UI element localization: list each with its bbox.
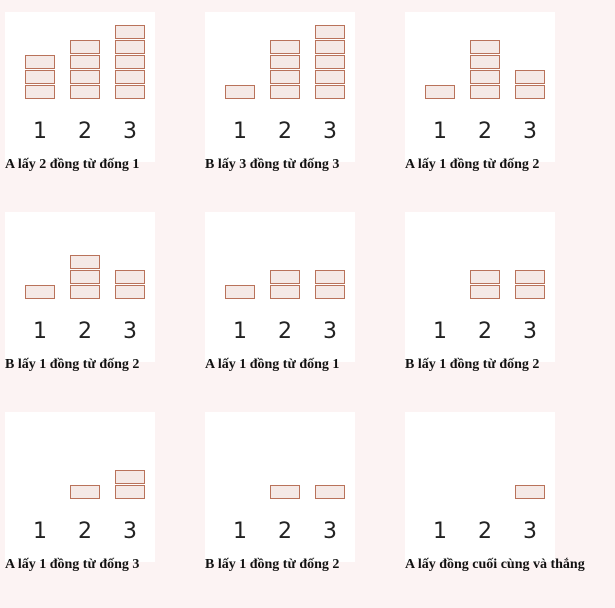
coin-2 <box>70 40 100 54</box>
coin-1 <box>25 85 55 99</box>
coin-1 <box>225 285 255 299</box>
step-panel: 1 2 3 A lấy đồng cuối cùng và thắng <box>405 412 605 608</box>
pile-label-1: 1 <box>233 519 247 544</box>
coin-2 <box>70 285 100 299</box>
coin-2 <box>70 255 100 269</box>
coin-3 <box>515 270 545 284</box>
pile-label-2: 2 <box>278 519 292 544</box>
coin-3 <box>115 270 145 284</box>
coin-3 <box>115 55 145 69</box>
coin-3 <box>115 485 145 499</box>
coin-2 <box>470 85 500 99</box>
coin-1 <box>25 285 55 299</box>
coin-3 <box>515 70 545 84</box>
coin-3 <box>115 40 145 54</box>
coin-3 <box>315 40 345 54</box>
coin-2 <box>270 270 300 284</box>
coin-2 <box>70 85 100 99</box>
step-panel: 1 2 3 A lấy 1 đồng từ đống 1 <box>205 212 405 408</box>
coin-3 <box>315 85 345 99</box>
step-panel: 1 2 3 A lấy 1 đồng từ đống 2 <box>405 12 605 208</box>
step-panel: 1 2 3 A lấy 2 đồng từ đống 1 <box>5 12 205 208</box>
step-caption: A lấy đồng cuối cùng và thắng <box>405 557 585 572</box>
coin-3 <box>115 470 145 484</box>
pile-label-1: 1 <box>233 119 247 144</box>
pile-label-2: 2 <box>78 319 92 344</box>
coin-3 <box>315 70 345 84</box>
pile-label-2: 2 <box>278 119 292 144</box>
coin-1 <box>25 55 55 69</box>
step-caption: B lấy 1 đồng từ đống 2 <box>205 557 340 572</box>
pile-label-3: 3 <box>523 519 537 544</box>
pile-label-2: 2 <box>478 519 492 544</box>
pile-label-3: 3 <box>323 319 337 344</box>
pile-label-3: 3 <box>523 119 537 144</box>
coin-1 <box>425 85 455 99</box>
step-panel: 1 2 3 B lấy 1 đồng từ đống 2 <box>405 212 605 408</box>
coin-3 <box>315 285 345 299</box>
coin-3 <box>115 25 145 39</box>
pile-label-1: 1 <box>433 519 447 544</box>
step-caption: B lấy 1 đồng từ đống 2 <box>405 357 540 372</box>
coin-2 <box>270 55 300 69</box>
pile-label-2: 2 <box>78 519 92 544</box>
step-caption: A lấy 1 đồng từ đống 1 <box>205 357 340 372</box>
coin-3 <box>115 285 145 299</box>
pile-label-1: 1 <box>433 119 447 144</box>
pile-label-3: 3 <box>323 519 337 544</box>
pile-label-1: 1 <box>33 319 47 344</box>
coin-3 <box>315 55 345 69</box>
step-caption: B lấy 1 đồng từ đống 2 <box>5 357 140 372</box>
pile-label-3: 3 <box>523 319 537 344</box>
step-panel: 1 2 3 B lấy 3 đồng từ đống 3 <box>205 12 405 208</box>
coin-3 <box>515 485 545 499</box>
coin-3 <box>115 85 145 99</box>
coin-2 <box>470 70 500 84</box>
pile-label-2: 2 <box>78 119 92 144</box>
pile-label-1: 1 <box>433 319 447 344</box>
pile-label-1: 1 <box>33 119 47 144</box>
coin-2 <box>270 40 300 54</box>
step-panel: 1 2 3 A lấy 1 đồng từ đống 3 <box>5 412 205 608</box>
coin-2 <box>70 70 100 84</box>
step-caption: A lấy 2 đồng từ đống 1 <box>5 157 140 172</box>
coin-3 <box>315 25 345 39</box>
step-panel: 1 2 3 B lấy 1 đồng từ đống 2 <box>5 212 205 408</box>
step-panel: 1 2 3 B lấy 1 đồng từ đống 2 <box>205 412 405 608</box>
coin-3 <box>515 85 545 99</box>
pile-label-2: 2 <box>278 319 292 344</box>
coin-2 <box>270 70 300 84</box>
coin-3 <box>115 70 145 84</box>
coin-game-steps-grid: 1 2 3 A lấy 2 đồng từ đống 1 1 2 3 B lấy 3 đồng… <box>0 0 615 598</box>
coin-3 <box>315 270 345 284</box>
coin-2 <box>270 85 300 99</box>
coin-1 <box>225 85 255 99</box>
step-caption: A lấy 1 đồng từ đống 3 <box>5 557 140 572</box>
coin-2 <box>470 55 500 69</box>
pile-label-1: 1 <box>33 519 47 544</box>
coin-2 <box>270 285 300 299</box>
pile-label-3: 3 <box>123 519 137 544</box>
coin-2 <box>470 40 500 54</box>
pile-label-3: 3 <box>123 119 137 144</box>
step-caption: B lấy 3 đồng từ đống 3 <box>205 157 340 172</box>
pile-label-3: 3 <box>323 119 337 144</box>
coin-2 <box>470 285 500 299</box>
coin-2 <box>70 55 100 69</box>
coin-2 <box>70 270 100 284</box>
pile-label-1: 1 <box>233 319 247 344</box>
coin-1 <box>25 70 55 84</box>
step-caption: A lấy 1 đồng từ đống 2 <box>405 157 540 172</box>
coin-2 <box>270 485 300 499</box>
coin-2 <box>70 485 100 499</box>
coin-2 <box>470 270 500 284</box>
coin-3 <box>315 485 345 499</box>
coin-3 <box>515 285 545 299</box>
pile-label-2: 2 <box>478 119 492 144</box>
pile-label-2: 2 <box>478 319 492 344</box>
pile-label-3: 3 <box>123 319 137 344</box>
